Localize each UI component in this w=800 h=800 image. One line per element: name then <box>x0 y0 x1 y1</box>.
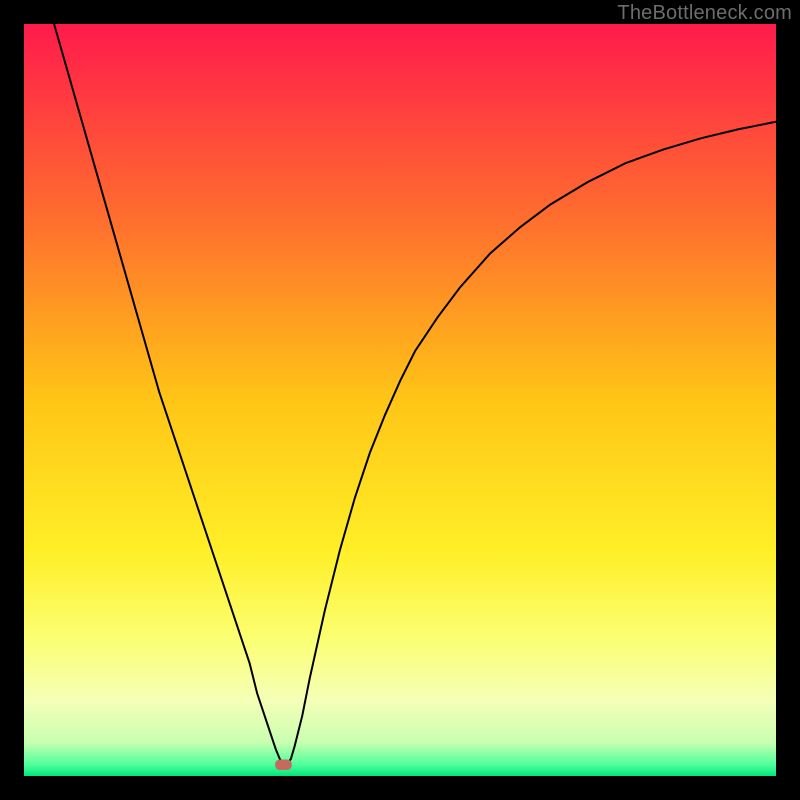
curve-layer <box>24 24 776 776</box>
watermark-label: TheBottleneck.com <box>617 2 792 25</box>
plot-area <box>24 24 776 776</box>
chart-stage: TheBottleneck.com <box>0 0 800 800</box>
bottleneck-curve <box>54 24 776 765</box>
min-marker <box>275 759 292 770</box>
